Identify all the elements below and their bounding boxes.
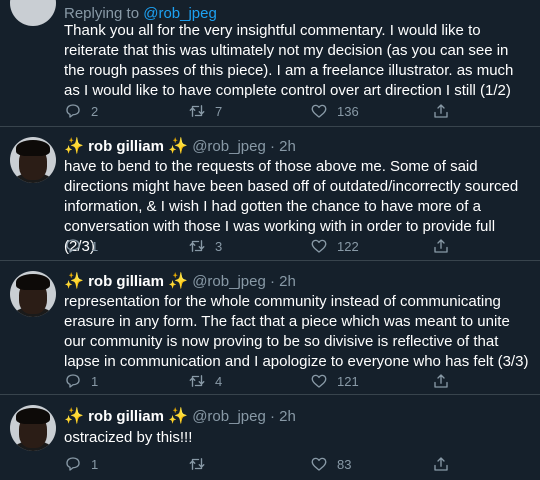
display-name[interactable]: rob gilliam <box>88 408 164 425</box>
like-button[interactable]: 83 <box>310 455 351 473</box>
sparkle-emoji: ✨ <box>64 408 84 425</box>
reply-button[interactable]: 1 <box>64 372 98 390</box>
like-button[interactable]: 136 <box>310 102 359 120</box>
sparkle-emoji: ✨ <box>168 138 189 155</box>
avatar[interactable] <box>10 0 56 26</box>
avatar[interactable] <box>10 405 56 451</box>
like-icon <box>311 374 327 388</box>
retweet-button[interactable] <box>188 455 215 473</box>
separator: · <box>269 408 275 425</box>
display-name[interactable]: rob gilliam <box>88 138 164 155</box>
display-name[interactable]: rob gilliam <box>88 273 164 290</box>
like-icon <box>311 457 327 471</box>
tweet-4[interactable]: ✨ rob gilliam ✨ @rob_jpeg · 2h ostracize… <box>0 395 540 480</box>
tweet-actions: 2 7 136 <box>64 102 464 122</box>
retweet-icon <box>189 240 205 252</box>
retweet-count: 3 <box>215 238 223 254</box>
tweet-text: Thank you all for the very insightful co… <box>64 22 514 99</box>
retweet-button[interactable]: 7 <box>188 102 222 120</box>
tweet-actions: 1 4 121 <box>64 372 464 392</box>
reply-button[interactable]: 1 <box>64 237 98 255</box>
reply-button[interactable]: 2 <box>64 102 98 120</box>
avatar[interactable] <box>10 271 56 317</box>
tweet-text: ostracized by this!!! <box>64 429 193 446</box>
timestamp[interactable]: 2h <box>279 408 296 425</box>
reply-count: 1 <box>91 373 99 389</box>
reply-icon <box>66 457 80 471</box>
replying-to-label: Replying to <box>64 5 144 22</box>
reply-count: 2 <box>91 103 99 119</box>
share-button[interactable] <box>432 237 450 255</box>
share-icon <box>434 457 448 471</box>
like-button[interactable]: 121 <box>310 372 359 390</box>
avatar[interactable] <box>10 137 56 183</box>
share-button[interactable] <box>432 372 450 390</box>
retweet-count: 7 <box>215 103 223 119</box>
like-count: 122 <box>337 238 359 254</box>
reply-count: 1 <box>91 238 99 254</box>
replying-to-handle[interactable]: @rob_jpeg <box>143 5 217 22</box>
share-icon <box>434 104 448 118</box>
sparkle-emoji: ✨ <box>64 273 84 290</box>
handle[interactable]: @rob_jpeg <box>192 408 266 425</box>
tweet-text: representation for the whole community i… <box>64 293 529 370</box>
reply-icon <box>66 239 80 253</box>
retweet-button[interactable]: 3 <box>188 237 222 255</box>
retweet-icon <box>189 105 205 117</box>
like-icon <box>311 239 327 253</box>
timestamp[interactable]: 2h <box>279 138 296 155</box>
like-icon <box>311 104 327 118</box>
reply-button[interactable]: 1 <box>64 455 98 473</box>
retweet-icon <box>189 458 205 470</box>
share-icon <box>434 374 448 388</box>
handle[interactable]: @rob_jpeg <box>192 273 266 290</box>
reply-icon <box>66 374 80 388</box>
share-button[interactable] <box>432 455 450 473</box>
retweet-count: 4 <box>215 373 223 389</box>
like-count: 121 <box>337 373 359 389</box>
tweet-actions: 1 83 <box>64 455 464 475</box>
like-count: 136 <box>337 103 359 119</box>
retweet-button[interactable]: 4 <box>188 372 222 390</box>
tweet-header: ✨ rob gilliam ✨ @rob_jpeg · 2h <box>64 137 296 157</box>
like-button[interactable]: 122 <box>310 237 359 255</box>
tweet-1[interactable]: Replying to @rob_jpeg Thank you all for … <box>0 0 540 126</box>
share-icon <box>434 239 448 253</box>
sparkle-emoji: ✨ <box>168 273 189 290</box>
reply-icon <box>66 104 80 118</box>
tweet-3[interactable]: ✨ rob gilliam ✨ @rob_jpeg · 2h represent… <box>0 261 540 394</box>
retweet-icon <box>189 375 205 387</box>
separator: · <box>269 138 275 155</box>
separator: · <box>269 273 275 290</box>
share-button[interactable] <box>432 102 450 120</box>
like-count: 83 <box>337 456 352 472</box>
handle[interactable]: @rob_jpeg <box>192 138 266 155</box>
tweet-header: ✨ rob gilliam ✨ @rob_jpeg · 2h <box>64 272 296 292</box>
reply-count: 1 <box>91 456 99 472</box>
sparkle-emoji: ✨ <box>64 138 84 155</box>
tweet-header: ✨ rob gilliam ✨ @rob_jpeg · 2h <box>64 407 296 427</box>
sparkle-emoji: ✨ <box>168 408 189 425</box>
timestamp[interactable]: 2h <box>279 273 296 290</box>
tweet-actions: 1 3 122 <box>64 237 464 257</box>
tweet-2[interactable]: ✨ rob gilliam ✨ @rob_jpeg · 2h have to b… <box>0 127 540 260</box>
